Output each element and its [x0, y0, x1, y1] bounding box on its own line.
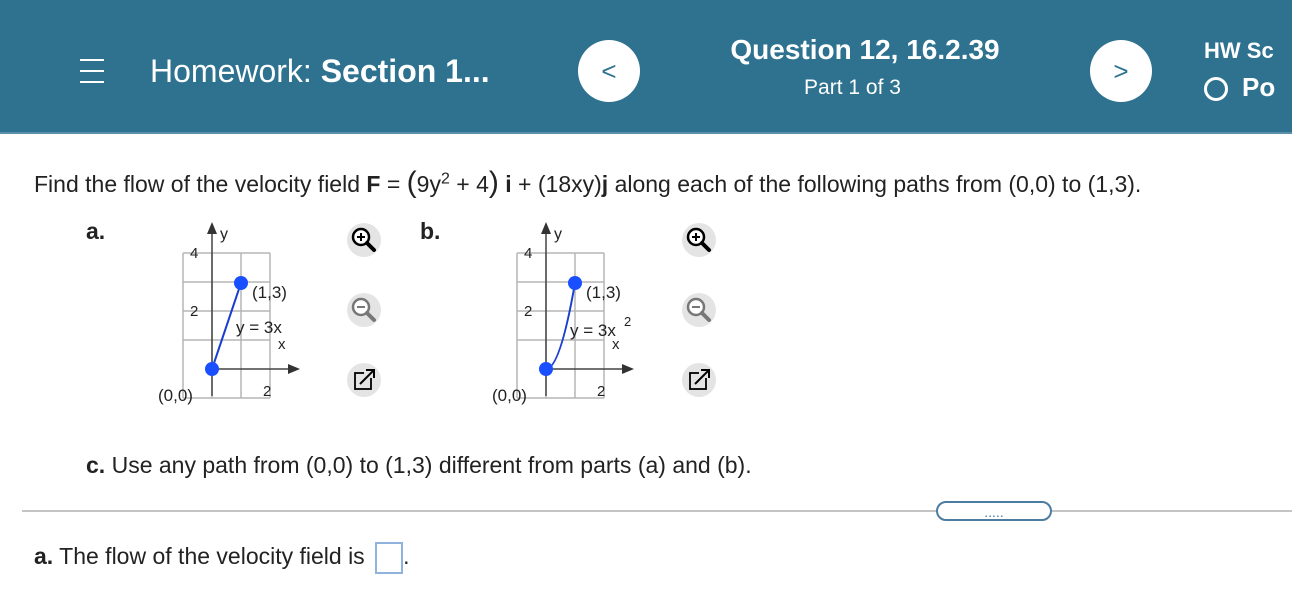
graph-b-tick-y2: 2 — [524, 303, 532, 320]
chevron-left-icon: < — [601, 55, 617, 86]
pop-out-icon[interactable] — [681, 362, 717, 398]
top-banner: Homework: Section 1... < Question 12, 16… — [0, 0, 1292, 134]
previous-question-button[interactable]: < — [578, 40, 640, 102]
graph-a-y-label: y — [220, 226, 228, 243]
graph-a-y-arrow — [207, 222, 217, 234]
answer-period: . — [403, 543, 410, 570]
graph-a-x-label: x — [278, 336, 286, 353]
term-plus-4: + 4 — [449, 171, 489, 197]
graph-b-y-label: y — [554, 226, 562, 243]
question-part: Part 1 of 3 — [804, 76, 901, 99]
section-divider — [22, 510, 1292, 512]
part-c-label: c. — [86, 452, 106, 478]
graph-a-x-arrow — [288, 364, 300, 374]
graph-a-tick-y4: 4 — [190, 245, 198, 262]
answer-part-label: a. — [34, 543, 54, 570]
answer-line: a. The flow of the velocity field is . — [34, 542, 409, 574]
homework-title[interactable]: Homework: Section 1... — [150, 53, 490, 90]
homework-section: Section 1... — [320, 53, 490, 89]
circle-icon — [1204, 77, 1228, 102]
graph-a-point-label: (1,3) — [252, 283, 287, 302]
graph-b-curve-exponent: 2 — [624, 314, 631, 329]
graph-b-point-label: (1,3) — [586, 283, 621, 302]
graph-b-tick-x2: 2 — [597, 383, 605, 400]
graph-a: y 4 2 2 x (1,3) y = 3x (0,0) — [158, 222, 300, 405]
graph-a-tick-y2: 2 — [190, 303, 198, 320]
graph-a-origin-label: (0,0) — [158, 386, 193, 405]
prompt-equals: = — [380, 171, 407, 197]
prompt-intro: Find the flow of the velocity field — [34, 171, 360, 197]
paren-open: ( — [406, 166, 417, 199]
question-title: Question 12, 16.2.39 — [730, 34, 1000, 65]
zoom-in-icon[interactable] — [346, 222, 382, 258]
zoom-in-icon[interactable] — [681, 222, 717, 258]
points-indicator: Po — [1204, 72, 1275, 103]
pop-out-icon[interactable] — [346, 362, 382, 398]
hamburger-menu-icon[interactable] — [80, 57, 104, 85]
problem-statement: Find the flow of the velocity field F = … — [34, 166, 1141, 200]
chevron-right-icon: > — [1113, 55, 1129, 86]
term-9y: 9y — [416, 171, 441, 197]
next-question-button[interactable]: > — [1090, 40, 1152, 102]
zoom-out-icon[interactable] — [346, 292, 382, 328]
part-c-text: Use any path from (0,0) to (1,3) differe… — [105, 452, 752, 478]
graph-b-origin-point — [539, 362, 553, 376]
graph-b-tick-y4: 4 — [524, 245, 532, 262]
part-a-label: a. — [86, 218, 106, 244]
field-F: F — [366, 171, 381, 197]
homework-prefix: Homework: — [150, 53, 312, 89]
paren-close: ) — [488, 166, 499, 199]
prompt-rest: along each of the following paths from (… — [608, 171, 1142, 197]
graph-b-end-point — [568, 276, 582, 290]
answer-input[interactable] — [375, 542, 404, 574]
graph-b: y 4 2 2 x (1,3) y = 3x 2 (0,0) — [492, 222, 634, 405]
graph-a-end-point — [234, 276, 248, 290]
zoom-out-icon[interactable] — [681, 292, 717, 328]
graph-b-curve-label: y = 3x — [570, 321, 616, 340]
graph-a-origin-point — [205, 362, 219, 376]
part-c-statement: c. Use any path from (0,0) to (1,3) diff… — [86, 452, 752, 479]
graph-a-tick-x2: 2 — [263, 383, 271, 400]
graph-a-curve-label: y = 3x — [236, 318, 282, 337]
hw-score-label: HW Sc — [1204, 38, 1274, 63]
points-label: Po — [1242, 72, 1276, 102]
graph-b-x-arrow — [622, 364, 634, 374]
expand-more-button[interactable]: ..... — [936, 501, 1052, 521]
part-b-label: b. — [420, 218, 441, 244]
graph-b-y-arrow — [541, 222, 551, 234]
graph-b-origin-label: (0,0) — [492, 386, 527, 405]
answer-text: The flow of the velocity field is — [53, 543, 372, 570]
term-18xy: + (18xy) — [511, 171, 602, 197]
exponent: 2 — [440, 170, 450, 188]
